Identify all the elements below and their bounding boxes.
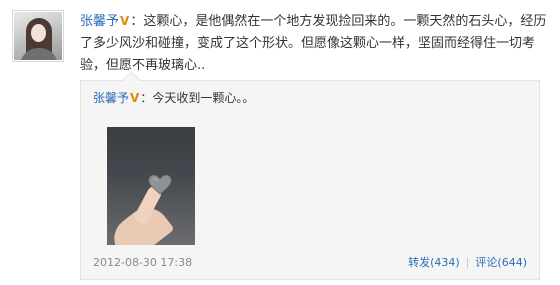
- repost-content: 今天收到一颗心。。: [152, 91, 255, 105]
- weibo-post: 张馨予V：这颗心，是他偶然在一个地方发现捡回来的。一颗天然的石头心，经历了多少风…: [0, 0, 560, 285]
- author-separator: ：: [130, 14, 144, 29]
- action-bar: 转发(434) | 评论(644): [408, 255, 527, 271]
- timestamp[interactable]: 2012-08-30 17:38: [93, 255, 192, 271]
- action-separator: |: [465, 256, 470, 269]
- forward-button[interactable]: 转发(434): [408, 256, 460, 269]
- verified-icon: V: [120, 14, 130, 28]
- heart-stone-icon: [148, 174, 172, 195]
- comment-button[interactable]: 评论(644): [475, 256, 527, 269]
- post-main: 张馨予V：这颗心，是他偶然在一个地方发现捡回来的。一颗天然的石头心，经历了多少风…: [80, 10, 550, 77]
- avatar[interactable]: [12, 10, 64, 62]
- post-text: 张馨予V：这颗心，是他偶然在一个地方发现捡回来的。一颗天然的石头心，经历了多少风…: [80, 10, 550, 77]
- repost-footer: 2012-08-30 17:38 转发(434) | 评论(644): [93, 255, 527, 271]
- repost-author-separator: ：: [140, 91, 153, 105]
- heart-stone-photo[interactable]: [107, 127, 195, 245]
- repost-text: 张馨予V：今天收到一颗心。。: [93, 89, 254, 107]
- author-name-link[interactable]: 张馨予: [80, 14, 119, 29]
- verified-icon: V: [130, 91, 140, 105]
- avatar-image: [14, 12, 62, 60]
- post-content: 这颗心，是他偶然在一个地方发现捡回来的。一颗天然的石头心，经历了多少风沙和碰撞，…: [80, 14, 547, 73]
- repost-box: 张馨予V：今天收到一颗心。。 2012-08-30 17:38 转发(434) |…: [80, 71, 540, 280]
- repost-author-link[interactable]: 张馨予: [93, 91, 129, 105]
